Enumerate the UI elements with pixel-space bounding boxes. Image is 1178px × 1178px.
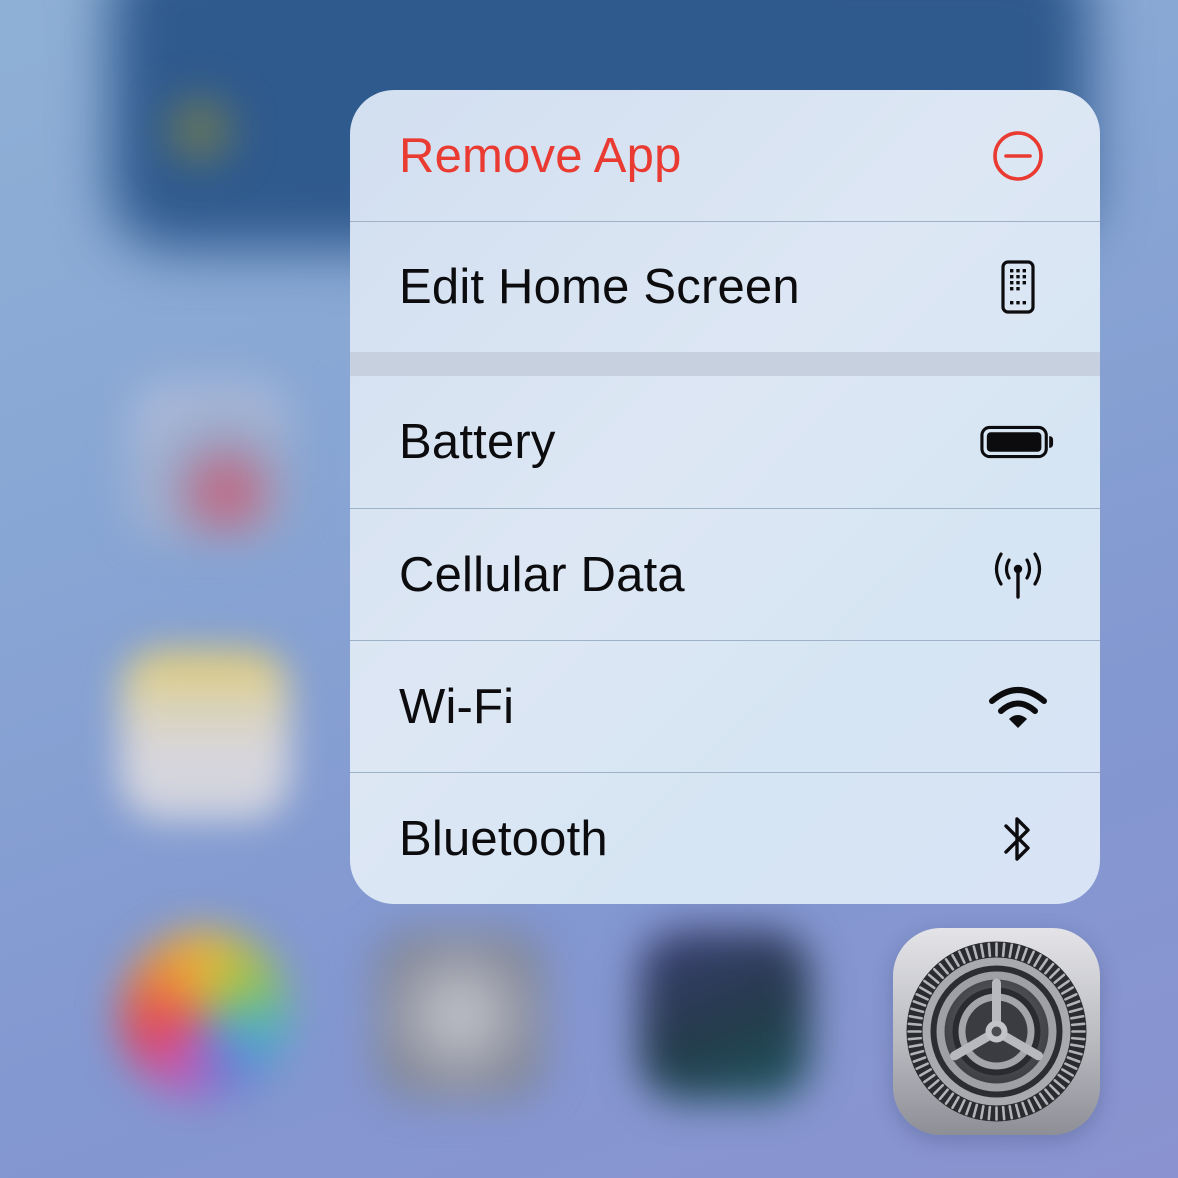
menu-item-bluetooth[interactable]: Bluetooth bbox=[350, 772, 1100, 904]
menu-item-label: Battery bbox=[399, 415, 556, 469]
phone-apps-icon bbox=[980, 252, 1056, 322]
blurred-widget-detail bbox=[170, 100, 230, 160]
gear-tooth bbox=[1070, 1022, 1086, 1027]
menu-item-label: Edit Home Screen bbox=[399, 260, 800, 314]
menu-item-battery[interactable]: Battery bbox=[350, 376, 1100, 508]
wifi-icon bbox=[980, 672, 1056, 742]
menu-group-app-actions: Remove App Edit Home Screen bbox=[350, 90, 1100, 352]
gear-tooth bbox=[907, 1022, 923, 1027]
menu-item-label: Bluetooth bbox=[399, 811, 608, 866]
gear-tooth bbox=[1001, 942, 1006, 958]
blurred-app-icon bbox=[130, 380, 290, 540]
menu-item-label: Cellular Data bbox=[399, 547, 685, 602]
bluetooth-icon bbox=[980, 804, 1056, 874]
gear-tooth bbox=[1001, 1105, 1006, 1121]
gear-tooth bbox=[1070, 1036, 1086, 1041]
gear-tooth bbox=[987, 1105, 992, 1121]
gear-tooth bbox=[987, 942, 992, 958]
settings-gear-icon bbox=[906, 941, 1087, 1122]
menu-item-wifi[interactable]: Wi-Fi bbox=[350, 640, 1100, 772]
blurred-app-icon bbox=[120, 930, 290, 1100]
antenna-icon bbox=[980, 540, 1056, 610]
menu-group-quick-settings: Battery Cellular Data Wi-Fi Bluetooth bbox=[350, 376, 1100, 904]
battery-icon bbox=[980, 407, 1056, 477]
settings-app-icon[interactable] bbox=[893, 928, 1100, 1135]
app-context-menu: Remove App Edit Home Screen Battery Cell… bbox=[350, 90, 1100, 904]
minus-circle-icon bbox=[980, 121, 1056, 191]
menu-item-cellular-data[interactable]: Cellular Data bbox=[350, 508, 1100, 640]
blurred-app-icon bbox=[375, 930, 545, 1100]
menu-group-separator bbox=[350, 352, 1100, 376]
gear-tooth bbox=[907, 1036, 923, 1041]
menu-item-label: Remove App bbox=[399, 128, 682, 183]
menu-item-remove-app[interactable]: Remove App bbox=[350, 90, 1100, 221]
blurred-app-icon bbox=[640, 930, 810, 1100]
menu-item-edit-home-screen[interactable]: Edit Home Screen bbox=[350, 221, 1100, 352]
blurred-app-icon bbox=[120, 650, 290, 820]
menu-item-label: Wi-Fi bbox=[399, 679, 515, 734]
